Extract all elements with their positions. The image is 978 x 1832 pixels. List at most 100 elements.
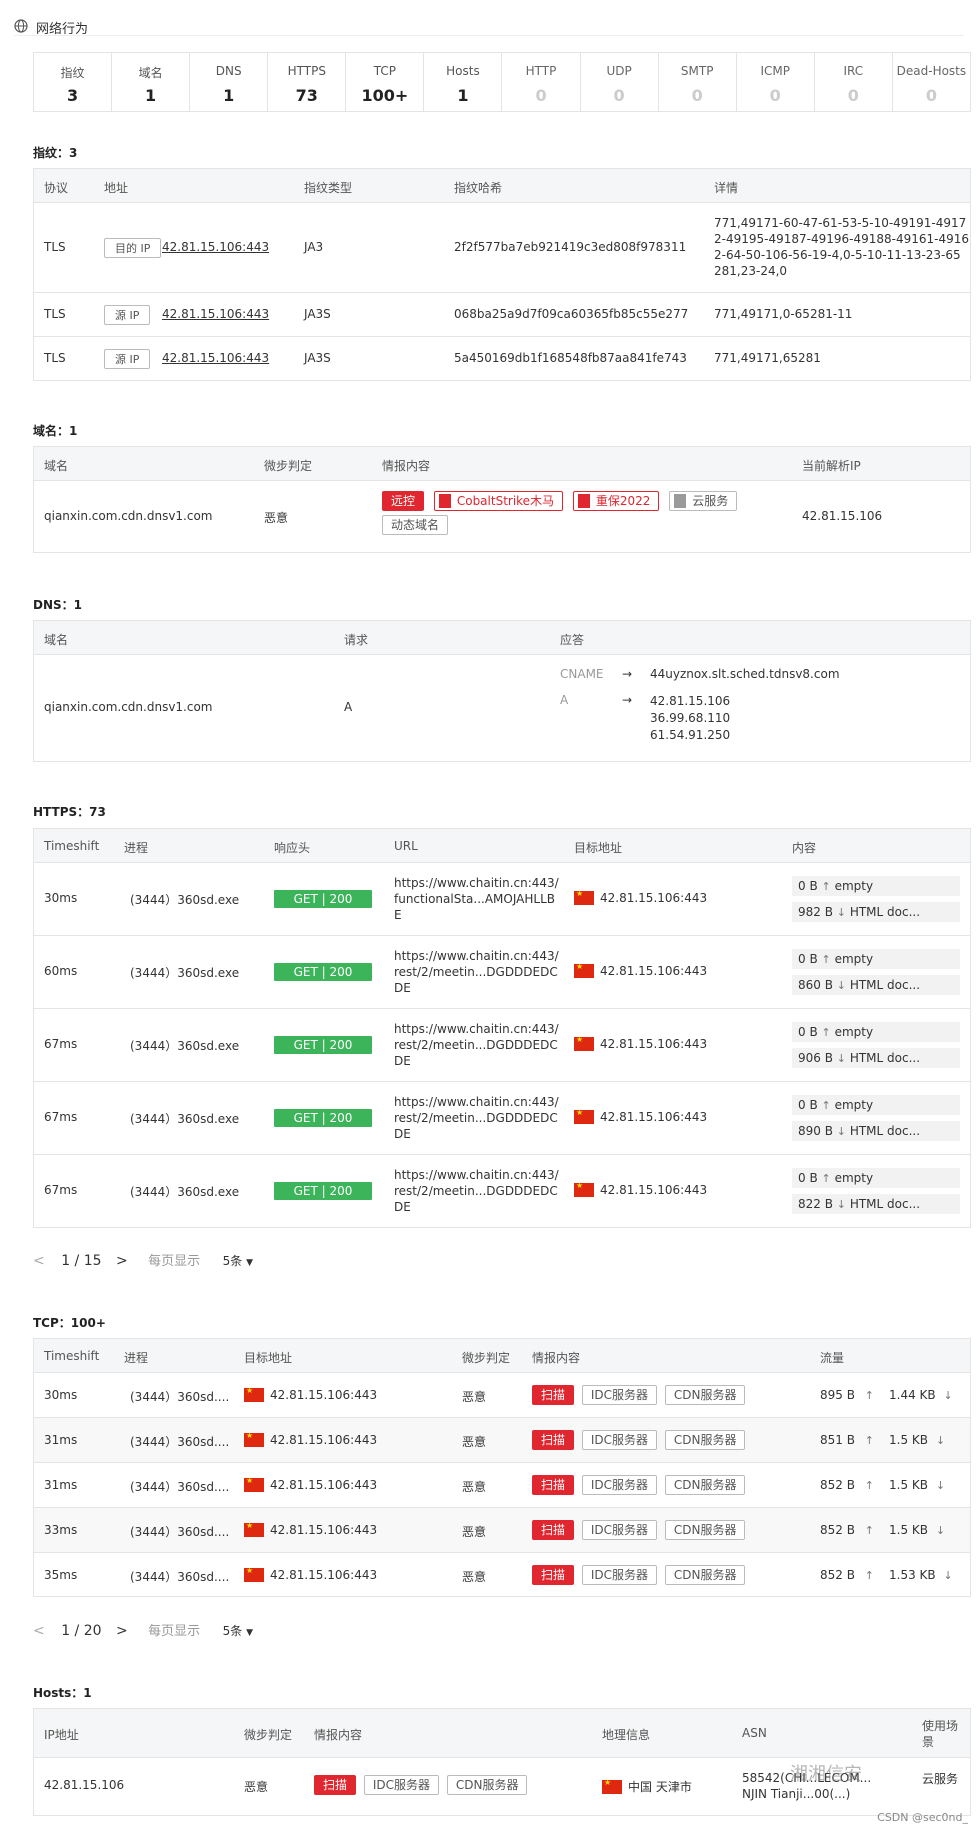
target-cell: 42.81.15.106:443 <box>574 1035 707 1051</box>
tag-cdn-server[interactable]: CDN服务器 <box>664 1385 746 1405</box>
tag-idc-server[interactable]: IDC服务器 <box>581 1520 658 1540</box>
tag-scan[interactable]: 扫描 <box>532 1430 575 1450</box>
sent-type: empty <box>834 1025 874 1039</box>
table-row[interactable]: 67ms (3444）360sd.exe GET | 200 https://w… <box>34 1155 970 1228</box>
stat-udp[interactable]: UDP 0 <box>581 53 659 111</box>
url-line: DE <box>394 1200 411 1214</box>
stat-fingerprint[interactable]: 指纹 3 <box>34 53 113 111</box>
tag-scan[interactable]: 扫描 <box>532 1520 575 1540</box>
page-size-select[interactable]: 5条 ▼ <box>223 1624 253 1638</box>
intel-tags: 扫描 IDC服务器 CDN服务器 <box>532 1385 746 1405</box>
tag-cdn-server[interactable]: CDN服务器 <box>446 1775 528 1795</box>
page-size-select[interactable]: 5条 ▼ <box>223 1254 253 1268</box>
detail-line: 2-64-50-106-56-19-4,0-5-10-11-13-23-65 <box>714 248 961 262</box>
a-record-ip: 61.54.91.250 <box>650 728 731 742</box>
table-row[interactable]: 67ms (3444）360sd.exe GET | 200 https://w… <box>34 1082 970 1155</box>
stat-tcp[interactable]: TCP 100+ <box>346 53 425 111</box>
table-row[interactable]: 67ms (3444）360sd.exe GET | 200 https://w… <box>34 1009 970 1082</box>
table-row[interactable]: 31ms (3444）360sd.... 42.81.15.106:443 恶意… <box>34 1463 970 1508</box>
download-bytes: 1.44 KB <box>889 1388 936 1402</box>
arrow-down-icon: ↓ <box>935 1524 946 1537</box>
tag-scan[interactable]: 扫描 <box>532 1385 575 1405</box>
tag-idc-server[interactable]: IDC服务器 <box>363 1775 440 1795</box>
intel-tags: 扫描 IDC服务器 CDN服务器 <box>532 1520 746 1540</box>
table-row[interactable]: 60ms (3444）360sd.exe GET | 200 https://w… <box>34 936 970 1009</box>
stat-dns[interactable]: DNS 1 <box>190 53 269 111</box>
tag-cdn-server[interactable]: CDN服务器 <box>664 1475 746 1495</box>
stat-smtp[interactable]: SMTP 0 <box>659 53 737 111</box>
received-size: 822 B ↓ HTML doc... <box>792 1194 960 1214</box>
tag-scan[interactable]: 扫描 <box>532 1475 575 1495</box>
stat-dead-hosts[interactable]: Dead-Hosts 0 <box>893 53 970 111</box>
sent-type: empty <box>834 1098 874 1112</box>
target-cell: 42.81.15.106:443 <box>574 962 707 978</box>
stat-value: 100+ <box>361 86 409 105</box>
tag-idc-server[interactable]: IDC服务器 <box>581 1385 658 1405</box>
table-row[interactable]: 30ms (3444）360sd.exe GET | 200 https://w… <box>34 863 970 936</box>
chevron-right-icon[interactable]: > <box>116 1253 128 1269</box>
table-row[interactable]: 33ms (3444）360sd.... 42.81.15.106:443 恶意… <box>34 1508 970 1553</box>
stat-domain[interactable]: 域名 1 <box>112 53 191 111</box>
page-indicator: 1 / 20 <box>61 1623 102 1639</box>
tag-cobaltstrike[interactable]: CobaltStrike木马 <box>433 491 564 511</box>
address-link[interactable]: 42.81.15.106:443 <box>162 351 269 365</box>
response-status-badge: GET | 200 <box>274 890 372 908</box>
arrow-up-icon: ↑ <box>864 1479 874 1492</box>
table-row: qianxin.com.cdn.dnsv1.com A CNAME → 44uy… <box>34 655 970 761</box>
tag-idc-server[interactable]: IDC服务器 <box>581 1430 658 1450</box>
chevron-left-icon[interactable]: < <box>33 1623 45 1639</box>
sent-bytes: 0 B <box>798 1098 818 1112</box>
target-cell: 42.81.15.106:443 <box>244 1566 377 1582</box>
upload-traffic: 852 B ↑ <box>820 1478 874 1492</box>
tag-dynamic-domain[interactable]: 动态域名 <box>382 515 449 535</box>
a-record-ip: 42.81.15.106 <box>650 694 731 708</box>
detail-cell: 771,49171,0-65281-11 <box>714 307 853 321</box>
stat-value: 1 <box>223 86 235 105</box>
chevron-right-icon[interactable]: > <box>116 1623 128 1639</box>
arrow-right-icon: → <box>622 667 633 681</box>
tag-cdn-server[interactable]: CDN服务器 <box>664 1520 746 1540</box>
protocol-cell: TLS <box>44 307 66 321</box>
stat-irc[interactable]: IRC 0 <box>815 53 893 111</box>
table-row[interactable]: 35ms (3444）360sd.... 42.81.15.106:443 恶意… <box>34 1553 970 1598</box>
tag-hw2022[interactable]: 重保2022 <box>572 491 660 511</box>
chevron-left-icon[interactable]: < <box>33 1253 45 1269</box>
tcp-pagination: < 1 / 20 > 每页显示 5条 ▼ <box>33 1620 253 1639</box>
tag-remote-control[interactable]: 远控 <box>382 491 425 511</box>
stat-label: 域名 <box>138 66 163 80</box>
tag-scan[interactable]: 扫描 <box>532 1565 575 1585</box>
arrow-down-icon: ↓ <box>943 1569 953 1582</box>
address-link[interactable]: 42.81.15.106:443 <box>162 307 269 321</box>
tag-cdn-server[interactable]: CDN服务器 <box>664 1430 746 1450</box>
column-header: 响应头 <box>274 841 311 855</box>
sent-type: empty <box>834 1171 874 1185</box>
stat-value: 1 <box>145 86 157 105</box>
table-row: TLS 源 IP 42.81.15.106:443 JA3S 068ba25a9… <box>34 293 970 337</box>
asn-line: NJIN Tianji...00(...) <box>742 1787 851 1801</box>
stat-https[interactable]: HTTPS 73 <box>268 53 347 111</box>
china-flag-icon <box>244 1521 264 1537</box>
tag-idc-server[interactable]: IDC服务器 <box>581 1475 658 1495</box>
address-link[interactable]: 42.81.15.106:443 <box>162 240 269 254</box>
stat-hosts[interactable]: Hosts 1 <box>424 53 503 111</box>
column-header: 目标地址 <box>244 1351 293 1365</box>
china-flag-icon <box>602 1778 622 1794</box>
target-address: 42.81.15.106:443 <box>600 1110 708 1124</box>
intel-tags: 扫描 IDC服务器 CDN服务器 <box>532 1430 746 1450</box>
timeshift-cell: 31ms <box>44 1478 78 1492</box>
detail-line: 771,49171-60-47-61-53-5-10-49191-4917 <box>714 216 967 230</box>
content-cell: 0 B ↑ empty 822 B ↓ HTML doc... <box>792 1168 960 1214</box>
tag-idc-server[interactable]: IDC服务器 <box>581 1565 658 1585</box>
stat-http[interactable]: HTTP 0 <box>502 53 581 111</box>
tag-cdn-server[interactable]: CDN服务器 <box>664 1565 746 1585</box>
tag-cloud-service[interactable]: 云服务 <box>669 491 738 511</box>
stat-label: Hosts <box>446 64 480 78</box>
table-row[interactable]: 31ms (3444）360sd.... 42.81.15.106:443 恶意… <box>34 1418 970 1463</box>
upload-traffic: 852 B ↑ <box>820 1523 874 1537</box>
tag-scan[interactable]: 扫描 <box>314 1775 357 1795</box>
table-row: qianxin.com.cdn.dnsv1.com 恶意 远控 CobaltSt… <box>34 481 970 552</box>
stat-icmp[interactable]: ICMP 0 <box>737 53 815 111</box>
china-flag-icon <box>244 1476 264 1492</box>
geo-location: 中国 天津市 <box>628 1780 692 1794</box>
table-row[interactable]: 30ms (3444）360sd.... 42.81.15.106:443 恶意… <box>34 1373 970 1418</box>
